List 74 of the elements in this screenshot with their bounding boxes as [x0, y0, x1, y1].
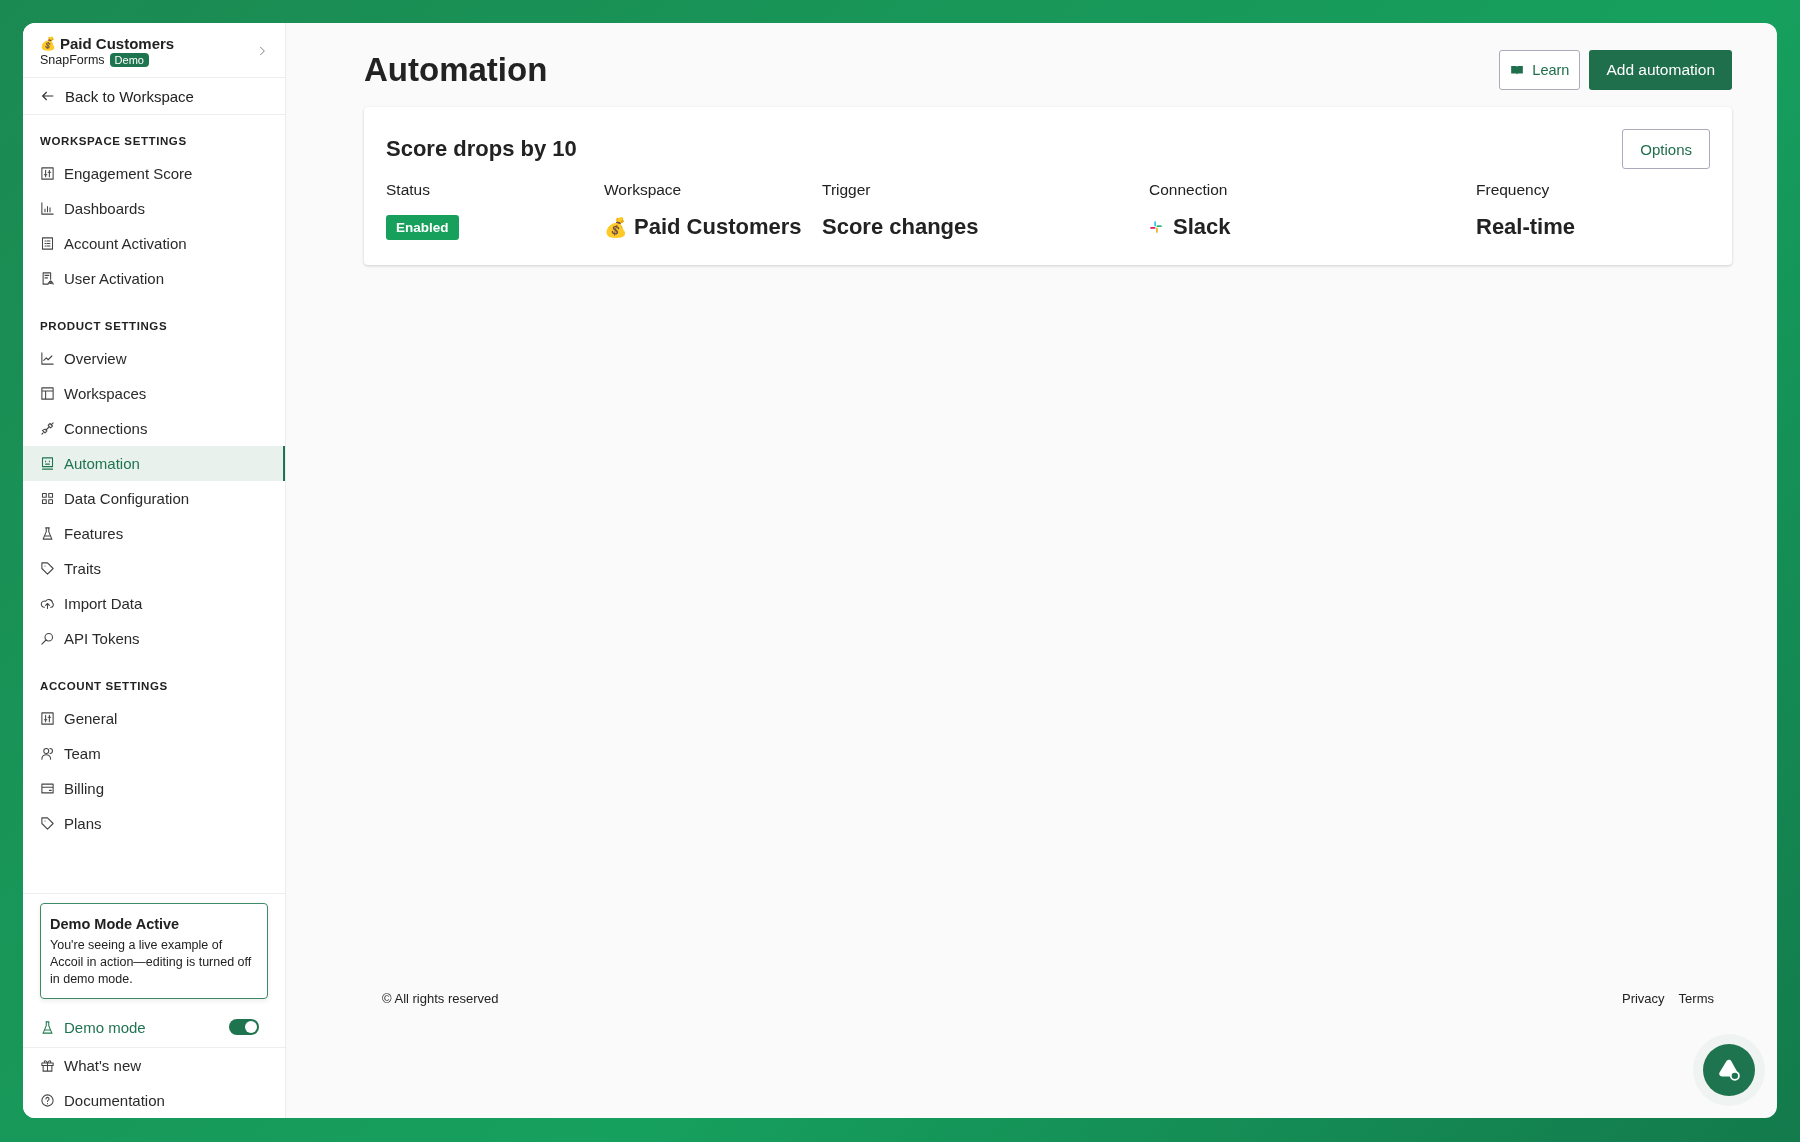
sidebar-item[interactable]: Plans — [23, 806, 285, 841]
sidebar-item[interactable]: Overview — [23, 341, 285, 376]
add-automation-button[interactable]: Add automation — [1589, 50, 1732, 90]
field-label: Connection — [1149, 181, 1229, 199]
sidebar-item[interactable]: Billing — [23, 771, 285, 806]
sliders-icon — [40, 166, 55, 181]
money-bag-icon: 💰 — [604, 215, 628, 239]
sidebar-item[interactable]: Features — [23, 516, 285, 551]
section-heading: ACCOUNT SETTINGS — [39, 679, 169, 694]
plug-icon — [40, 421, 55, 436]
demo-badge: Demo — [109, 53, 149, 67]
search-icon — [40, 631, 55, 646]
sidebar-item[interactable]: Engagement Score — [23, 156, 285, 191]
field-label: Frequency — [1476, 181, 1551, 199]
org-name: SnapForms — [40, 53, 105, 67]
demo-mode-toggle[interactable] — [229, 1019, 259, 1035]
sidebar-item[interactable]: API Tokens — [23, 621, 285, 656]
user-document-icon — [40, 271, 55, 286]
robot-face-icon — [40, 456, 55, 471]
flask-icon — [40, 1019, 55, 1035]
help-icon — [40, 1093, 55, 1108]
workspace-name: Paid Customers — [60, 35, 175, 52]
sidebar-item[interactable]: Connections — [23, 411, 285, 446]
section-heading: PRODUCT SETTINGS — [39, 319, 169, 334]
bar-chart-icon — [40, 201, 55, 216]
field-label: Trigger — [822, 181, 872, 199]
sidebar-item[interactable]: General — [23, 701, 285, 736]
list-icon — [40, 236, 55, 251]
page-title: Automation — [364, 51, 548, 89]
hash-logo-icon — [1149, 220, 1163, 234]
gift-icon — [40, 1058, 55, 1073]
demo-mode-label: Demo mode — [64, 1018, 147, 1036]
chat-launcher-button[interactable] — [1703, 1044, 1755, 1096]
sidebar-link[interactable]: Documentation — [23, 1083, 285, 1118]
section-heading: WORKSPACE SETTINGS — [39, 134, 188, 149]
sidebar-item[interactable]: Workspaces — [23, 376, 285, 411]
money-bag-icon: 💰 — [40, 36, 56, 51]
book-icon — [1510, 63, 1525, 77]
sidebar-item[interactable]: Dashboards — [23, 191, 285, 226]
line-chart-icon — [40, 351, 55, 366]
grid-icon — [40, 491, 55, 506]
field-value: Real-time — [1476, 214, 1576, 240]
footer-link[interactable]: Terms — [1678, 991, 1714, 1006]
field-label: Status — [386, 181, 431, 199]
workspace-switcher[interactable]: 💰 Paid Customers SnapForms Demo — [23, 23, 285, 78]
copyright-text: © All rights reserved — [382, 991, 499, 1006]
sidebar-item[interactable]: Account Activation — [23, 226, 285, 261]
cloud-upload-icon — [40, 596, 55, 611]
back-link[interactable]: Back to Workspace — [23, 78, 285, 115]
users-icon — [40, 746, 55, 761]
sidebar-item[interactable]: Team — [23, 736, 285, 771]
field-value: Slack — [1173, 214, 1231, 240]
tag-icon — [40, 816, 55, 831]
field-value: Paid Customers — [634, 214, 802, 240]
options-button[interactable]: Options — [1622, 129, 1710, 169]
footer-link[interactable]: Privacy — [1622, 991, 1665, 1006]
sidebar-item[interactable]: Automation — [23, 446, 285, 481]
notice-title: Demo Mode Active — [50, 916, 181, 932]
status-badge: Enabled — [386, 214, 459, 240]
layout-icon — [40, 386, 55, 401]
sidebar-item[interactable]: Data Configuration — [23, 481, 285, 516]
card-icon — [40, 781, 55, 796]
tag-icon — [40, 561, 55, 576]
sidebar-item[interactable]: User Activation — [23, 261, 285, 296]
automation-name: Score drops by 10 — [386, 136, 577, 162]
sidebar-item[interactable]: Import Data — [23, 586, 285, 621]
field-value: Score changes — [822, 214, 979, 240]
sidebar-link[interactable]: What's new — [23, 1048, 285, 1083]
field-label: Workspace — [604, 181, 683, 199]
flask-icon — [40, 526, 55, 541]
learn-button[interactable]: Learn — [1499, 50, 1581, 90]
notice-text: You're seeing a live example of Accoil in action—editing is turned off in demo mode. — [50, 937, 253, 988]
sliders-icon — [40, 711, 55, 726]
sidebar-item[interactable]: Traits — [23, 551, 285, 586]
